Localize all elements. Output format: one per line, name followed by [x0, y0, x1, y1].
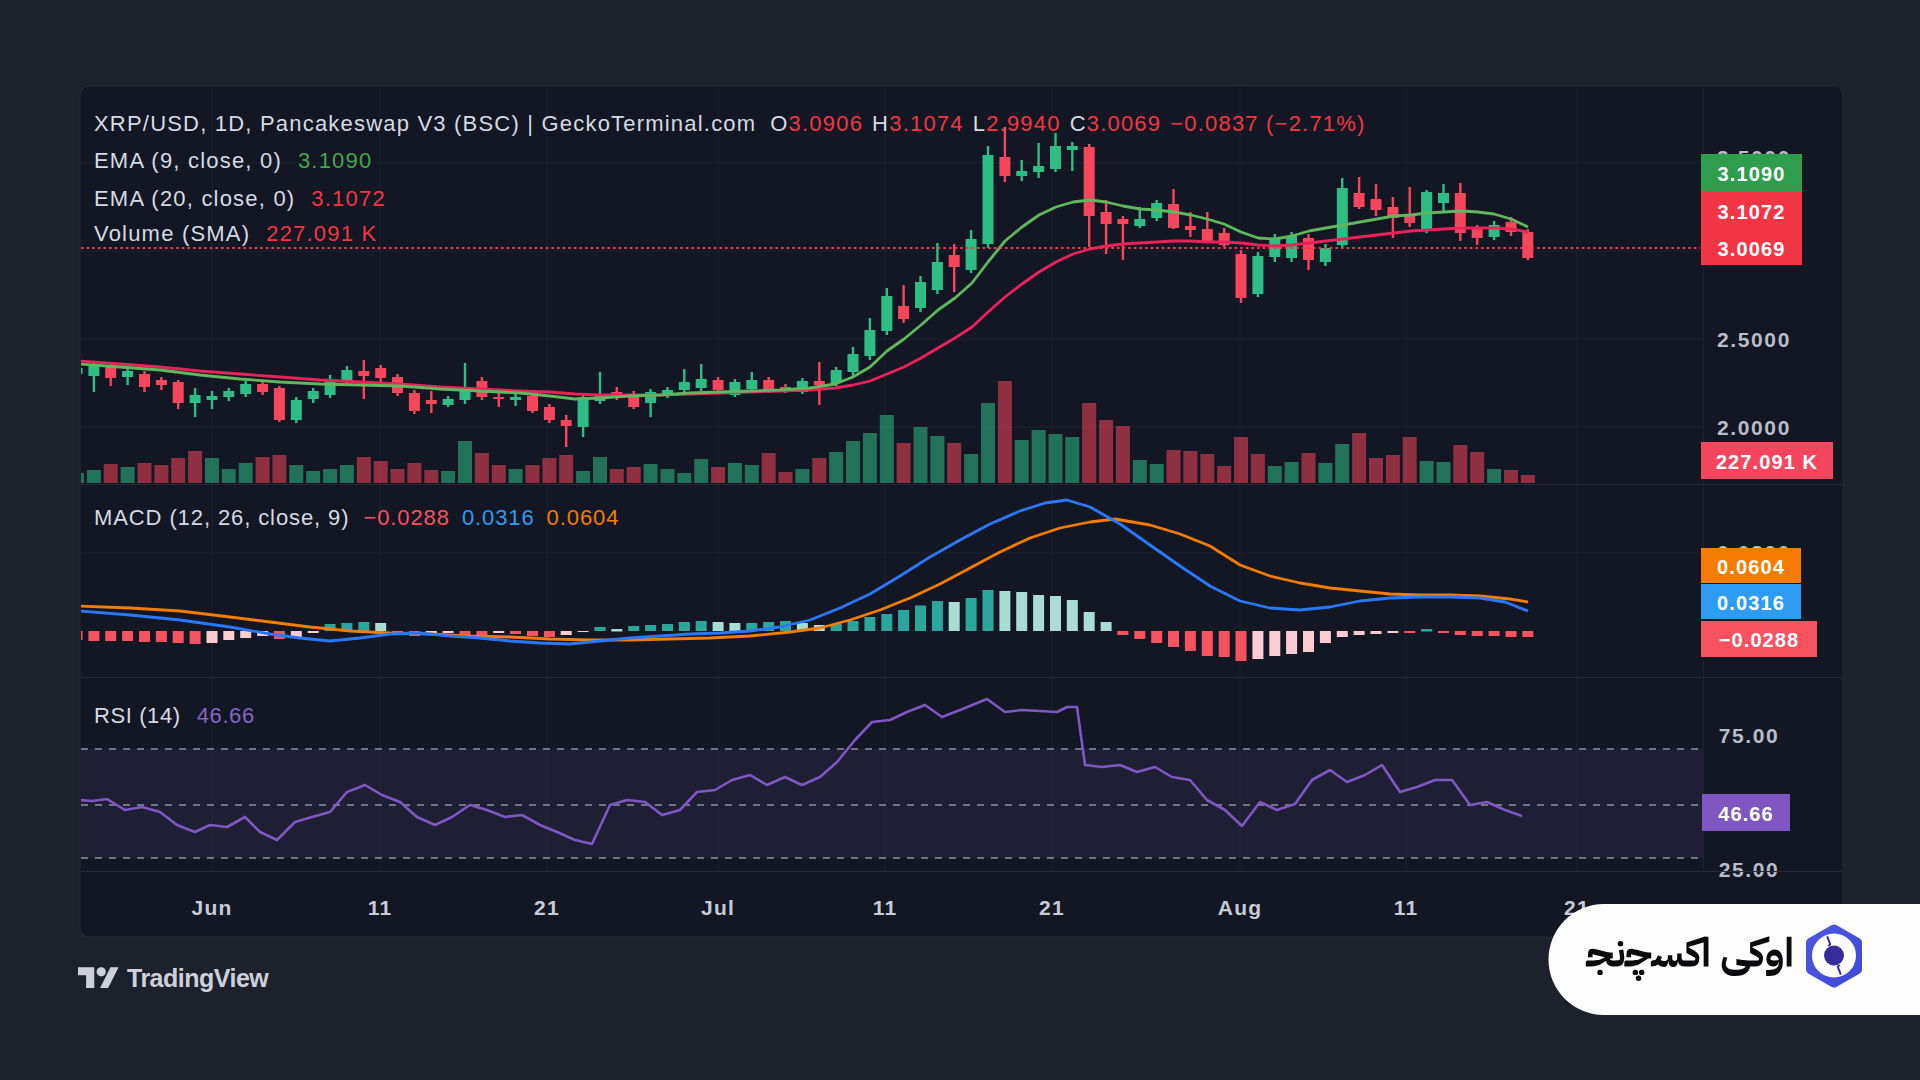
- svg-text:EMA (20, close, 0)3.1072: EMA (20, close, 0)3.1072: [94, 186, 386, 211]
- svg-text:0.0604: 0.0604: [1717, 556, 1785, 578]
- svg-text:EMA (9, close, 0)3.1090: EMA (9, close, 0)3.1090: [94, 148, 372, 173]
- svg-text:0.0316: 0.0316: [1717, 592, 1785, 614]
- svg-text:Jun: Jun: [192, 896, 233, 919]
- svg-text:21: 21: [534, 896, 560, 919]
- svg-text:−0.0288: −0.0288: [1719, 629, 1800, 651]
- svg-text:2.5000: 2.5000: [1717, 328, 1791, 351]
- svg-text:3.1090: 3.1090: [1718, 163, 1786, 185]
- svg-text:Volume (SMA)227.091 K: Volume (SMA)227.091 K: [94, 221, 377, 246]
- svg-text:XRP/USD, 1D, Pancakeswap V3 (B: XRP/USD, 1D, Pancakeswap V3 (BSC) | Geck…: [94, 111, 1366, 136]
- svg-text:Jul: Jul: [701, 896, 735, 919]
- svg-text:3.0069: 3.0069: [1718, 238, 1786, 260]
- svg-text:RSI (14)46.66: RSI (14)46.66: [94, 703, 255, 728]
- svg-text:11: 11: [368, 896, 393, 919]
- svg-text:21: 21: [1039, 896, 1065, 919]
- svg-text:Aug: Aug: [1218, 896, 1262, 919]
- svg-text:11: 11: [1394, 896, 1419, 919]
- svg-text:3.1072: 3.1072: [1718, 201, 1786, 223]
- svg-text:75.00: 75.00: [1719, 724, 1780, 747]
- svg-text:25.00: 25.00: [1719, 858, 1780, 881]
- svg-text:TradingView: TradingView: [127, 964, 269, 992]
- svg-text:46.66: 46.66: [1718, 803, 1774, 825]
- svg-text:2.0000: 2.0000: [1717, 416, 1791, 439]
- svg-text:11: 11: [873, 896, 898, 919]
- svg-text:227.091 K: 227.091 K: [1716, 451, 1818, 473]
